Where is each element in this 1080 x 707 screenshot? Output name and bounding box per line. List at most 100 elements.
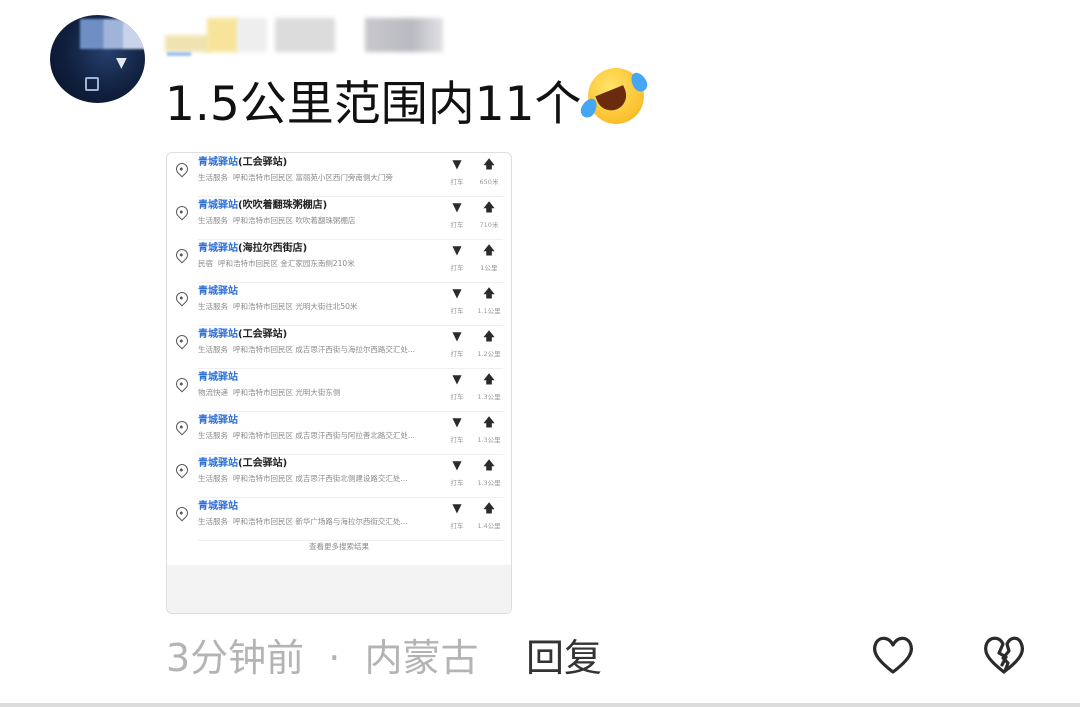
- search-result-row[interactable]: 青城驿站(工会驿站) 生活服务 呼和浩特市回民区 成吉思汗西街北侧建设路交汇处...…: [167, 455, 511, 498]
- taxi-icon: ▼: [452, 415, 462, 429]
- search-result-row[interactable]: 青城驿站生活服务 呼和浩特市回民区 光明大街往北50米 ▼ 打车 🡅 1.1公里: [167, 283, 511, 326]
- navigate-arrow-icon: 🡅: [482, 329, 496, 343]
- result-distance: 1.3公里: [477, 479, 501, 487]
- result-address: 呼和浩特市回民区 成吉思汗西街与海拉尔西路交汇处...: [233, 345, 416, 354]
- dislike-button[interactable]: [981, 632, 1027, 678]
- result-title[interactable]: 青城驿站: [198, 500, 238, 514]
- navigate-arrow-icon: 🡅: [482, 458, 496, 472]
- comment-time: 3分钟前: [166, 636, 305, 680]
- result-title[interactable]: 青城驿站: [198, 285, 238, 299]
- laughing-crying-emoji-icon: [577, 68, 650, 128]
- navigate-button[interactable]: 🡅 1.3公里: [476, 414, 502, 445]
- result-brand: 青城驿站: [198, 458, 238, 469]
- navigate-arrow-icon: 🡅: [482, 200, 496, 214]
- result-subtitle: 生活服务 呼和浩特市回民区 新华广场路与海拉尔西街交汇处...: [198, 516, 438, 528]
- result-subtitle: 民宿 呼和浩特市回民区 金汇家园东南侧210米: [198, 258, 438, 270]
- taxi-button[interactable]: ▼ 打车: [444, 285, 470, 316]
- navigate-button[interactable]: 🡅 1.1公里: [476, 285, 502, 316]
- search-result-row[interactable]: 青城驿站 生活服务 呼和浩特市回民区 成吉思汗西街与阿拉善北路交汇处... ▼ 打车 🡅 1…: [167, 412, 511, 455]
- location-pin-icon: [173, 332, 191, 350]
- username-blur-block: [275, 18, 335, 52]
- like-button[interactable]: [870, 632, 916, 678]
- result-subtitle: 物流快递 呼和浩特市回民区 光明大街东侧: [198, 387, 438, 399]
- user-avatar[interactable]: ▼: [50, 15, 145, 103]
- taxi-icon: ▼: [452, 501, 462, 515]
- navigate-arrow-icon: 🡅: [482, 243, 496, 257]
- navigate-button[interactable]: 🡅 650米: [476, 156, 502, 187]
- taxi-button[interactable]: ▼ 打车: [444, 328, 470, 359]
- result-category: 生活服务: [198, 173, 228, 182]
- reply-button[interactable]: 回复: [526, 632, 602, 684]
- result-title[interactable]: 青城驿站(工会驿站): [198, 457, 287, 471]
- taxi-button[interactable]: ▼ 打车: [444, 199, 470, 230]
- navigate-button[interactable]: 🡅 1.3公里: [476, 457, 502, 488]
- taxi-icon: ▼: [452, 372, 462, 386]
- search-result-row[interactable]: 青城驿站(吹吹着翻珠粥棚店) 生活服务 呼和浩特市回民区 吹吹着翻珠粥棚店 ▼ 打车 🡅 7…: [167, 197, 511, 240]
- location-pin-icon: [173, 375, 191, 393]
- result-brand: 青城驿站: [198, 200, 238, 211]
- result-category: 生活服务: [198, 302, 228, 311]
- taxi-button[interactable]: ▼ 打车: [444, 371, 470, 402]
- result-title[interactable]: 青城驿站(吹吹着翻珠粥棚店): [198, 199, 327, 213]
- search-result-row[interactable]: 青城驿站生活服务 呼和浩特市回民区 新华广场路与海拉尔西街交汇处... ▼ 打车 🡅 1.…: [167, 498, 511, 541]
- navigate-button[interactable]: 🡅 710米: [476, 199, 502, 230]
- result-brand: 青城驿站: [198, 372, 238, 383]
- result-title[interactable]: 青城驿站(工会驿站): [198, 328, 287, 342]
- location-pin-icon: [173, 203, 191, 221]
- avatar-arrow-icon: ▼: [116, 55, 127, 71]
- result-subtitle: 生活服务 呼和浩特市回民区 光明大街往北50米: [198, 301, 438, 313]
- search-result-row[interactable]: 青城驿站(海拉尔西街店) 民宿 呼和浩特市回民区 金汇家园东南侧210米 ▼ 打车 🡅 1公…: [167, 240, 511, 283]
- location-pin-icon: [173, 160, 191, 178]
- more-results-link[interactable]: 查看更多搜索结果: [167, 541, 511, 552]
- username-blurred[interactable]: [165, 18, 465, 56]
- location-pin-icon: [173, 289, 191, 307]
- result-subtitle: 生活服务 呼和浩特市回民区 吹吹着翻珠粥棚店: [198, 215, 438, 227]
- taxi-icon: ▼: [452, 458, 462, 472]
- broken-heart-icon: [983, 636, 1025, 674]
- navigate-arrow-icon: 🡅: [482, 372, 496, 386]
- result-address: 呼和浩特市回民区 光明大街往北50米: [233, 302, 358, 311]
- result-distance: 1公里: [480, 264, 498, 272]
- result-address: 呼和浩特市回民区 成吉思汗西街北侧建设路交汇处...: [233, 474, 408, 483]
- username-blur-block: [165, 18, 210, 52]
- result-title[interactable]: 青城驿站(工会驿站): [198, 156, 287, 170]
- result-subtitle: 生活服务 呼和浩特市回民区 富丽苑小区西门旁南侧大门旁: [198, 172, 438, 184]
- attached-screenshot[interactable]: 查看更多搜索结果 青城驿站(工会驿站) 生活服务 呼和浩特市回民区 富丽苑小区西门旁…: [166, 152, 512, 614]
- taxi-label: 打车: [450, 307, 464, 315]
- result-address: 呼和浩特市回民区 光明大街东侧: [233, 388, 341, 397]
- location-pin-icon: [173, 246, 191, 264]
- navigate-button[interactable]: 🡅 1公里: [476, 242, 502, 273]
- taxi-button[interactable]: ▼ 打车: [444, 242, 470, 273]
- result-category: 生活服务: [198, 517, 228, 526]
- result-brand: 青城驿站: [198, 157, 238, 168]
- result-category: 生活服务: [198, 345, 228, 354]
- taxi-button[interactable]: ▼ 打车: [444, 156, 470, 187]
- result-address: 呼和浩特市回民区 成吉思汗西街与阿拉善北路交汇处...: [233, 431, 416, 440]
- result-title[interactable]: 青城驿站: [198, 371, 238, 385]
- taxi-icon: ▼: [452, 200, 462, 214]
- taxi-button[interactable]: ▼ 打车: [444, 457, 470, 488]
- navigate-button[interactable]: 🡅 1.3公里: [476, 371, 502, 402]
- navigate-arrow-icon: 🡅: [482, 415, 496, 429]
- result-title[interactable]: 青城驿站(海拉尔西街店): [198, 242, 307, 256]
- taxi-label: 打车: [450, 479, 464, 487]
- search-result-row[interactable]: 青城驿站(工会驿站) 生活服务 呼和浩特市回民区 成吉思汗西街与海拉尔西路交汇处..…: [167, 326, 511, 369]
- result-distance: 1.1公里: [477, 307, 501, 315]
- taxi-label: 打车: [450, 522, 464, 530]
- search-result-row[interactable]: 青城驿站(工会驿站) 生活服务 呼和浩特市回民区 富丽苑小区西门旁南侧大门旁 ▼ 打车 🡅…: [167, 154, 511, 197]
- navigate-button[interactable]: 🡅 1.2公里: [476, 328, 502, 359]
- taxi-button[interactable]: ▼ 打车: [444, 500, 470, 531]
- username-blur-block: [237, 18, 267, 52]
- username-underline: [167, 52, 191, 56]
- screenshot-footer-band: [167, 565, 511, 613]
- navigate-button[interactable]: 🡅 1.4公里: [476, 500, 502, 531]
- comment-text: 1.5公里范围内11个: [165, 68, 650, 140]
- result-title[interactable]: 青城驿站: [198, 414, 238, 428]
- search-result-row[interactable]: 青城驿站物流快递 呼和浩特市回民区 光明大街东侧 ▼ 打车 🡅 1.3公里: [167, 369, 511, 412]
- bottom-divider: [0, 703, 1080, 707]
- navigate-arrow-icon: 🡅: [482, 501, 496, 515]
- taxi-button[interactable]: ▼ 打车: [444, 414, 470, 445]
- result-distance: 1.2公里: [477, 350, 501, 358]
- taxi-icon: ▼: [452, 243, 462, 257]
- location-pin-icon: [173, 504, 191, 522]
